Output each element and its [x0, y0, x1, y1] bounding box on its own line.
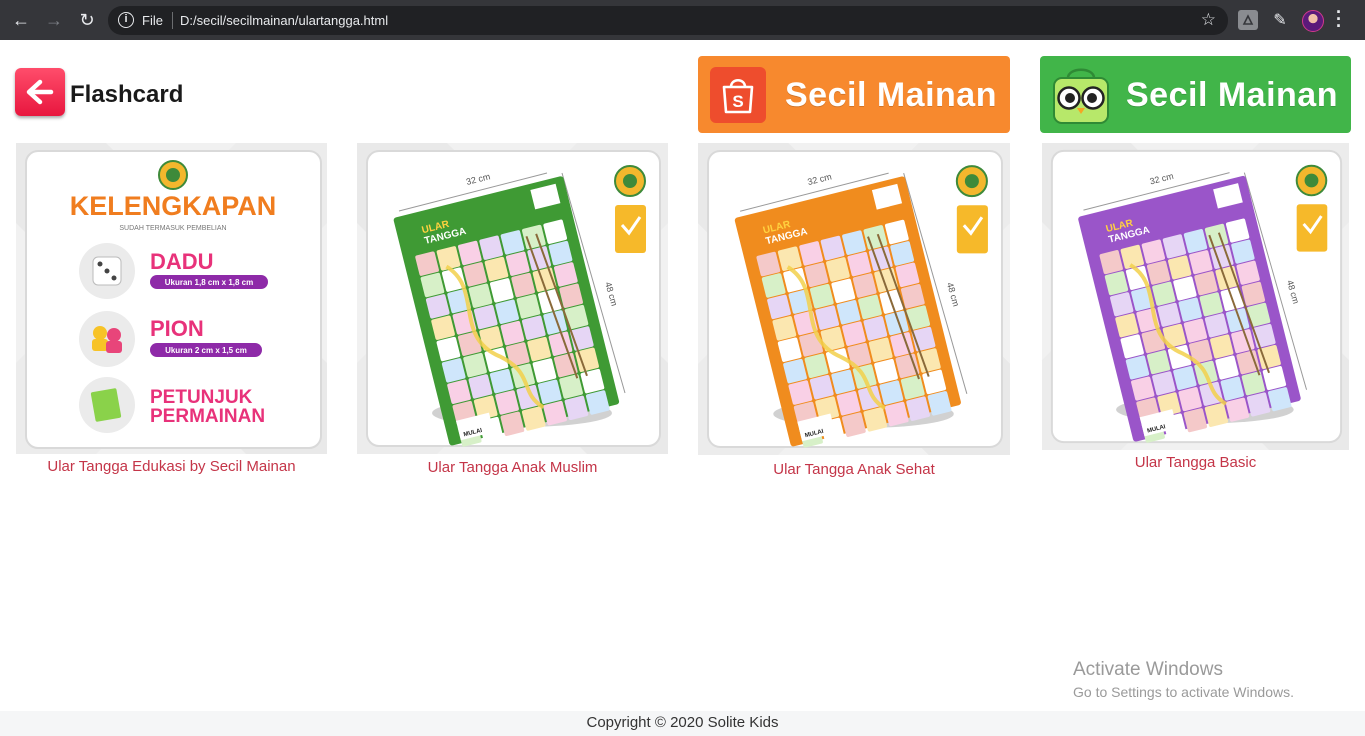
url-text[interactable]: D:/secil/secilmainan/ulartangga.html — [180, 13, 388, 28]
svg-text:S: S — [732, 92, 743, 111]
product-card-edukasi[interactable]: KELENGKAPAN SUDAH TERMASUK PEMBELIAN DAD… — [16, 143, 327, 475]
forward-arrow-icon[interactable]: → — [42, 8, 66, 32]
footer-copyright: Copyright © 2020 Solite Kids — [586, 714, 779, 731]
item-pion-size: Ukuran 2 cm x 1,5 cm — [165, 346, 247, 355]
item-permainan-label: PERMAINAN — [150, 406, 265, 427]
url-scheme: File — [142, 13, 163, 28]
info-icon[interactable]: i — [118, 12, 134, 28]
kelengkapan-subheading: SUDAH TERMASUK PEMBELIAN — [119, 225, 226, 232]
bookmark-star-icon[interactable]: ☆ — [1201, 10, 1216, 30]
url-separator — [172, 12, 173, 29]
pdf-extension-icon[interactable] — [1238, 10, 1258, 30]
product-card-basic[interactable]: 32 cm 48 cm ULAR TANGGA MULAI Ular Tangga Ba… — [1040, 143, 1351, 471]
extensions-puzzle-icon[interactable]: ✎ — [1270, 10, 1290, 30]
profile-avatar[interactable] — [1302, 10, 1324, 32]
menu-dots-icon[interactable]: · · · — [1336, 3, 1342, 35]
shopee-bag-icon: S — [710, 67, 766, 123]
product-caption[interactable]: Ular Tangga Anak Sehat — [698, 461, 1010, 478]
product-image-muslim[interactable]: 32 cm48 cmULARTANGGAMULAI — [357, 143, 668, 454]
product-caption[interactable]: Ular Tangga Anak Muslim — [357, 459, 668, 476]
item-dadu-label: DADU — [150, 249, 214, 274]
page-title: Flashcard — [70, 81, 184, 108]
shopee-store-button[interactable]: S Secil Mainan — [698, 56, 1010, 133]
product-card-sehat[interactable]: 32 cm 48 cm ULAR TANGGA MULAI Ular Tangga An… — [698, 143, 1010, 478]
tokopedia-owl-icon — [1051, 64, 1111, 125]
item-pion-label: PION — [150, 316, 204, 341]
shopee-store-label: Secil Mainan — [785, 76, 997, 114]
product-image-basic[interactable]: 32 cm48 cmULARTANGGAMULAI — [1040, 143, 1351, 450]
address-bar[interactable]: i File D:/secil/secilmainan/ulartangga.h… — [108, 6, 1228, 35]
tokopedia-store-label: Secil Mainan — [1126, 76, 1338, 114]
windows-watermark-subtitle: Go to Settings to activate Windows. — [1073, 684, 1294, 700]
reload-icon[interactable]: ↻ — [75, 8, 99, 32]
browser-toolbar: ← → ↻ i File D:/secil/secilmainan/ularta… — [0, 0, 1365, 40]
kelengkapan-heading: KELENGKAPAN — [70, 191, 277, 221]
back-arrow-icon[interactable]: ← — [9, 8, 33, 32]
footer: Copyright © 2020 Solite Kids — [0, 711, 1365, 736]
item-dadu-size: Ukuran 1,8 cm x 1,8 cm — [165, 278, 254, 287]
product-image-kelengkapan[interactable]: KELENGKAPAN SUDAH TERMASUK PEMBELIAN DAD… — [16, 143, 327, 454]
back-button[interactable] — [15, 68, 65, 116]
windows-watermark-title: Activate Windows — [1073, 659, 1223, 680]
product-caption[interactable]: Ular Tangga Edukasi by Secil Mainan — [16, 458, 327, 475]
product-card-muslim[interactable]: 32 cm 48 cm ULAR TANGGA MULAI Ular Tangga An… — [357, 143, 668, 476]
item-petunjuk-label: PETUNJUK — [150, 387, 253, 408]
product-caption[interactable]: Ular Tangga Basic — [1040, 454, 1351, 471]
arrow-left-icon — [26, 79, 54, 105]
tokopedia-store-button[interactable]: Secil Mainan — [1040, 56, 1351, 133]
product-image-sehat[interactable]: 32 cm48 cmULARTANGGAMULAI — [698, 143, 1010, 455]
